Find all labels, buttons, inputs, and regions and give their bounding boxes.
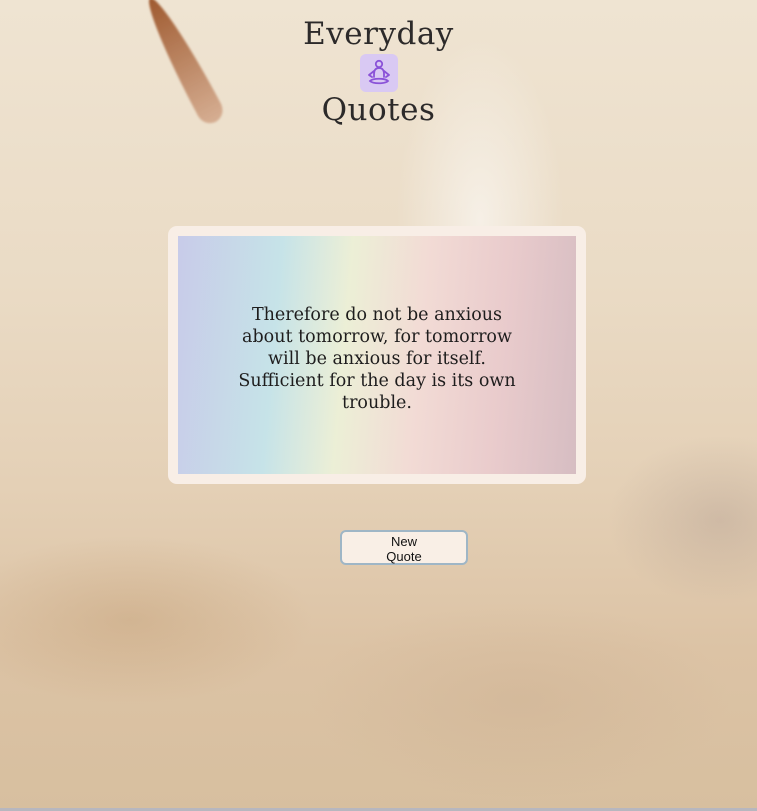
- page-header: Everyday Quotes: [0, 16, 757, 128]
- quote-text: Therefore do not be anxious about tomorr…: [238, 305, 516, 413]
- quote-card: Therefore do not be anxious about tomorr…: [168, 226, 586, 484]
- new-quote-button-label: New Quote: [386, 534, 422, 564]
- page-title-top: Everyday: [303, 16, 454, 52]
- new-quote-button[interactable]: New Quote: [340, 530, 468, 565]
- page-title-bottom: Quotes: [321, 92, 436, 128]
- meditation-icon: [359, 54, 398, 92]
- quote-card-gradient: Therefore do not be anxious about tomorr…: [178, 236, 576, 474]
